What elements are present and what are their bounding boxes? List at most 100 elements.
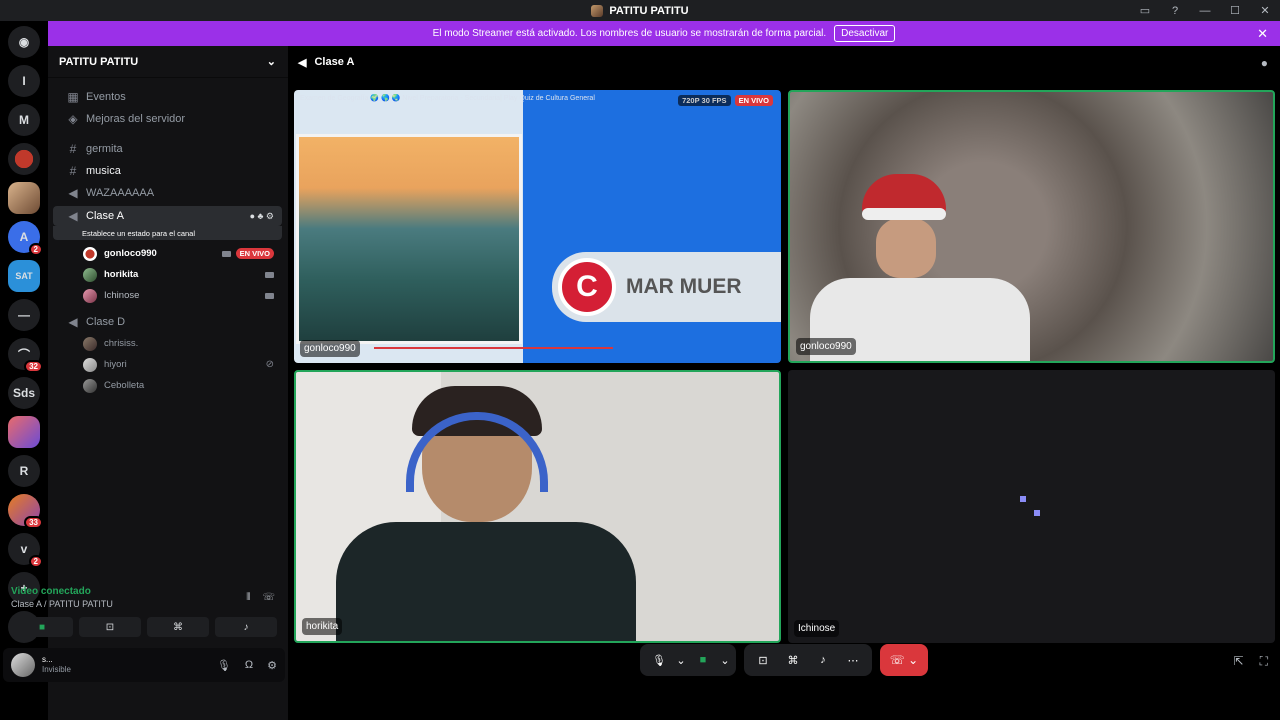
muted-icon: ⊘	[265, 359, 274, 370]
server-m[interactable]: M	[8, 104, 40, 136]
speaker-icon: ◀	[68, 209, 78, 223]
soundboard-button[interactable]: ♪	[215, 617, 277, 637]
disconnect-icon[interactable]: ☏	[262, 592, 275, 603]
stream-tile[interactable]: C MAR MUER Examen de Geografía 🌍 🌎 🌏 Nive…	[294, 90, 781, 363]
chevron-down-icon[interactable]: ⌄	[676, 654, 686, 667]
channel-wazaaaaaa[interactable]: ◀ WAZAAAAAA	[53, 182, 282, 204]
close-icon[interactable]: ✕	[1257, 26, 1268, 42]
chevron-down-icon[interactable]: ⌄	[720, 654, 730, 667]
camera-icon[interactable]: ■	[690, 654, 716, 666]
microphone-icon[interactable]: 🎙	[217, 659, 231, 672]
inbox-icon[interactable]: ▭	[1130, 4, 1160, 17]
server-avatar-icon	[591, 4, 604, 17]
voice-user[interactable]: Ichinose	[53, 285, 282, 306]
voice-user[interactable]: chrisiss.	[53, 333, 282, 354]
maximize-button[interactable]: ☐	[1220, 4, 1250, 17]
channel-label: Clase A	[86, 210, 124, 222]
server-name: PATITU PATITU	[59, 55, 139, 68]
voice-user[interactable]: Cebolleta	[53, 375, 282, 396]
channel-title: Clase A	[314, 56, 355, 68]
channel-label: germita	[86, 143, 123, 155]
voice-status: Video conectado	[11, 586, 91, 597]
participant-name: gonloco990	[796, 338, 856, 355]
activity-button[interactable]: ⌘	[147, 617, 209, 637]
popout-icon[interactable]: ⇱	[1234, 654, 1244, 669]
deactivate-button[interactable]: Desactivar	[834, 25, 896, 42]
banner-text: El modo Streamer está activado. Los nomb…	[432, 28, 827, 39]
voice-user[interactable]: horikita	[53, 264, 282, 285]
soundboard-icon[interactable]: ♪	[810, 654, 836, 666]
participant-video	[876, 218, 936, 278]
server-icon[interactable]: —	[8, 299, 40, 331]
stream-image	[296, 134, 522, 344]
channel-actions-icon[interactable]: ● ♣ ⚙	[250, 211, 274, 222]
username: gonloco990	[104, 248, 157, 259]
stream-logo: C MAR MUER	[552, 252, 781, 322]
server-icon[interactable]: ⌒ 32	[8, 338, 43, 373]
loading-icon	[1034, 510, 1040, 516]
channel-status[interactable]: Establece un estado para el canal	[53, 226, 282, 240]
video-tile[interactable]: Ichinose	[788, 370, 1275, 643]
server-r[interactable]: R	[8, 455, 40, 487]
voice-channel[interactable]: Clase A / PATITU PATITU	[3, 597, 285, 611]
streamer-mode-banner: El modo Streamer está activado. Los nomb…	[48, 21, 1280, 46]
channel-germita[interactable]: # germita	[53, 138, 282, 160]
logo-letter: C	[558, 258, 616, 316]
channel-clase-a[interactable]: ◀ Clase A ● ♣ ⚙	[53, 206, 282, 226]
minimize-button[interactable]: —	[1190, 5, 1220, 17]
camera-button[interactable]: ■	[11, 617, 73, 637]
username: hiyori	[104, 359, 127, 370]
server-icon[interactable]	[8, 182, 40, 214]
voice-user[interactable]: gonloco990 EN VIVO	[53, 243, 282, 264]
speaker-icon: ◀	[68, 186, 78, 200]
server-icon[interactable]	[8, 143, 40, 175]
server-sds[interactable]: Sds	[8, 377, 40, 409]
participant-name: Ichinose	[794, 620, 840, 637]
camera-icon	[221, 250, 231, 257]
chat-icon[interactable]: ●	[1261, 56, 1268, 70]
participant-name: horikita	[302, 618, 343, 635]
help-icon[interactable]: ?	[1160, 5, 1190, 17]
speaker-icon: ◀	[68, 315, 78, 329]
channel-clase-d[interactable]: ◀ Clase D	[53, 311, 282, 333]
server-icon[interactable]: v2	[8, 533, 43, 568]
close-button[interactable]: ✕	[1250, 4, 1280, 17]
voice-panel: Video conectado Clase A / PATITU PATITU …	[3, 580, 285, 646]
events-label: Eventos	[86, 91, 126, 103]
microphone-icon[interactable]: 🎙	[646, 654, 672, 667]
events-item[interactable]: ▦ Eventos	[53, 86, 282, 108]
server-i[interactable]: I	[8, 65, 40, 97]
screenshare-icon[interactable]: ⊡	[750, 654, 776, 667]
video-tile[interactable]: gonloco990	[788, 90, 1275, 363]
server-icon[interactable]: A2	[8, 221, 43, 256]
disconnect-button[interactable]: ☏ ⌄	[880, 644, 928, 676]
discord-home-icon[interactable]: ◉	[8, 26, 40, 58]
fullscreen-icon[interactable]: ⛶	[1260, 654, 1268, 669]
title-bar: PATITU PATITU ▭ ? — ☐ ✕	[0, 0, 1280, 21]
activity-icon[interactable]: ⌘	[780, 654, 806, 667]
headphones-icon[interactable]: Ω	[245, 659, 253, 672]
gear-icon[interactable]: ⚙	[267, 659, 277, 672]
server-icon[interactable]: 33	[8, 494, 43, 529]
screenshare-button[interactable]: ⊡	[79, 617, 141, 637]
mention-badge: 2	[28, 243, 43, 256]
calendar-icon: ▦	[67, 90, 79, 104]
server-header[interactable]: PATITU PATITU ⌄	[48, 46, 288, 78]
server-icon[interactable]	[8, 416, 40, 448]
more-icon[interactable]: ⋯	[840, 654, 866, 667]
boosts-item[interactable]: ◈ Mejoras del servidor	[53, 108, 282, 130]
loading-icon	[1020, 496, 1026, 502]
video-tile[interactable]: horikita	[294, 370, 781, 643]
server-sat[interactable]: SAT	[8, 260, 40, 292]
avatar	[83, 378, 97, 393]
avatar[interactable]	[11, 653, 35, 677]
channel-label: musica	[86, 165, 121, 177]
voice-user[interactable]: hiyori ⊘	[53, 354, 282, 375]
mention-badge: 33	[24, 516, 43, 529]
username: s...	[42, 655, 53, 664]
username: Ichinose	[104, 290, 140, 301]
channel-musica[interactable]: # musica	[53, 160, 282, 182]
username: horikita	[104, 269, 139, 280]
video-progress[interactable]	[374, 347, 613, 349]
noise-suppression-icon[interactable]: ⫴	[246, 592, 250, 603]
